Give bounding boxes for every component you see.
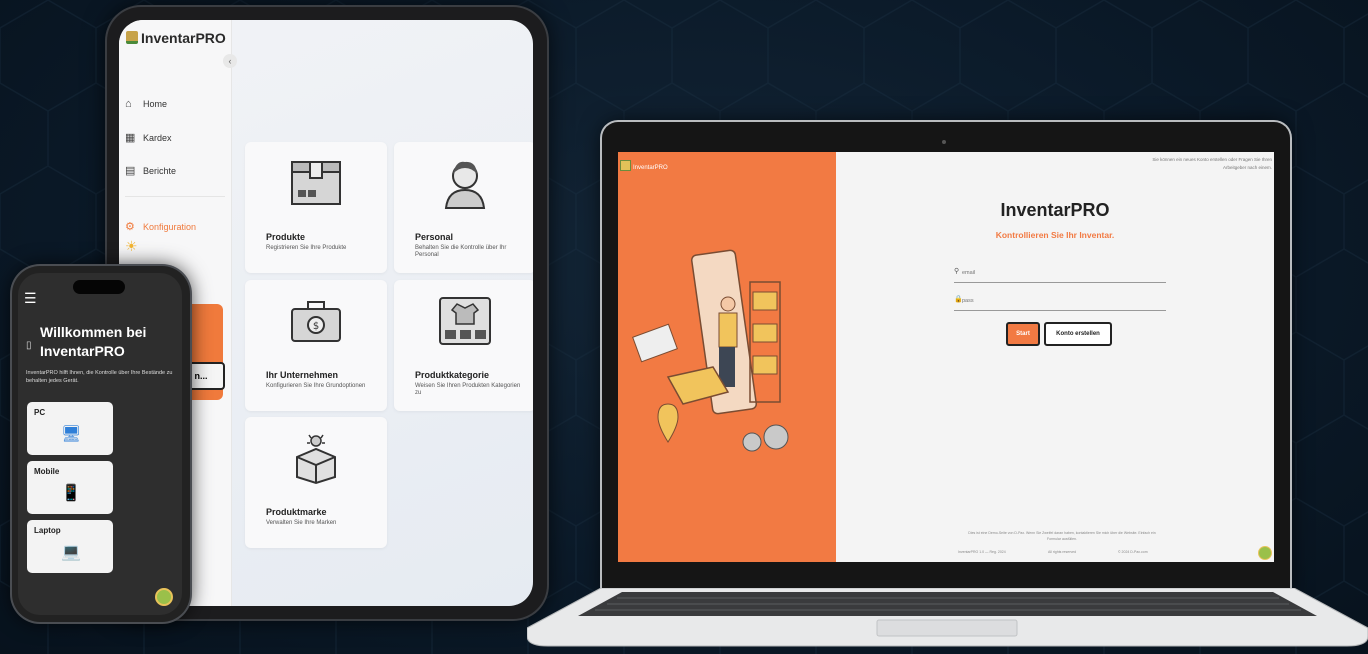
login-panel: Sie können ein neues Konto erstellen ode… (836, 152, 1274, 562)
card-title: Ihr Unternehmen (266, 370, 339, 380)
clipboard-icon: ▤ (125, 165, 136, 177)
password-field: 🔒 (954, 292, 1166, 311)
home-icon: ⌂ (125, 98, 132, 110)
user-avatar[interactable] (155, 588, 173, 606)
boxes-icon: ▦ (125, 132, 136, 144)
user-icon: ⚲ (954, 268, 960, 275)
user-avatar[interactable] (1258, 546, 1272, 560)
login-subtitle: Kontrollieren Sie Ihr Inventar. (995, 230, 1115, 240)
laptop-camera (942, 140, 946, 144)
email-field: ⚲ (954, 264, 1166, 283)
create-account-button[interactable]: Konto erstellen (1044, 322, 1112, 346)
email-input[interactable] (962, 266, 1160, 279)
card-title: Personal (415, 232, 454, 242)
card-title: Produktmarke (266, 507, 327, 517)
sidebar-collapse-button[interactable]: ‹ (223, 54, 237, 68)
card-produktkategorie[interactable]: Produktkategorie Weisen Sie Ihren Produk… (394, 280, 533, 411)
briefcase-icon: $ (291, 301, 341, 342)
gear-icon: ⚙ (125, 221, 135, 233)
laptop-device: InventarPRO Sie können ein neues Konto e… (602, 122, 1290, 598)
login-title: InventarPRO (1000, 200, 1110, 220)
box-icon (291, 161, 341, 205)
phone-notch (73, 280, 125, 294)
sidebar-item-berichte[interactable]: ▤ Berichte (125, 164, 176, 177)
warehouse-illustration (632, 249, 789, 452)
svg-text:$: $ (313, 321, 319, 332)
sidebar-item-konfiguration[interactable]: ⚙ Konfiguration (125, 220, 196, 233)
pc-icon: 🖥 (61, 426, 82, 443)
card-personal[interactable]: Personal Behalten Sie die Kontrolle über… (394, 142, 533, 273)
theme-toggle-sun-icon[interactable]: ☀ (125, 238, 138, 255)
sidebar-item-home[interactable]: ⌂ Home (125, 98, 167, 110)
card-produkte[interactable]: Produkte Registrieren Sie Ihre Produkte (245, 142, 387, 273)
device-card-pc[interactable]: PC 🖥 (27, 402, 113, 455)
start-button[interactable]: Start (1006, 322, 1040, 346)
card-desc: Registrieren Sie Ihre Produkte (266, 245, 347, 251)
brand-logo[interactable]: InventarPRO (126, 30, 226, 46)
brand-box-icon (296, 434, 336, 485)
device-card-mobile[interactable]: Mobile 📱 (27, 461, 113, 514)
phone-welcome-desc: InventarPRO hilft Ihnen, die Kontrolle ü… (26, 370, 173, 384)
card-ihr-unternehmen[interactable]: $ Ihr Unternehmen Konfigurieren Sie Ihre… (245, 280, 387, 411)
card-produktmarke[interactable]: Produktmarke Verwalten Sie Ihre Marken (245, 417, 387, 548)
card-title: Produkte (266, 232, 306, 242)
device-card-laptop[interactable]: Laptop 💻 (27, 520, 113, 573)
person-icon (444, 161, 486, 209)
mobile-icon: 📱 (61, 485, 81, 502)
sidebar-item-kardex[interactable]: ▦ Kardex (125, 131, 172, 144)
laptop-keyboard-base (527, 588, 1368, 647)
login-footer-note: Dies ist eine Demo-Seite von D-Pax. Wenn… (968, 531, 1156, 541)
category-icon (439, 297, 491, 345)
password-input[interactable] (962, 294, 1160, 307)
phone-welcome-title: Willkommen bei InventarPRO (40, 324, 147, 359)
login-illustration-panel: InventarPRO (618, 152, 836, 562)
card-desc: Konfigurieren Sie Ihre Grundoptionen (266, 383, 366, 389)
card-desc: Behalten Sie die Kontrolle über Ihr Pers… (415, 245, 507, 258)
phone-device: ☰ Willkommen bei InventarPRO ▯ InventarP… (12, 266, 190, 622)
laptop-screen: InventarPRO Sie können ein neues Konto e… (618, 152, 1274, 562)
login-note: Sie können ein neues Konto erstellen ode… (1152, 157, 1272, 170)
card-desc: Verwalten Sie Ihre Marken (266, 520, 337, 526)
sidebar-divider (125, 196, 225, 197)
brand-icon (126, 31, 138, 44)
phone-screen: ☰ Willkommen bei InventarPRO ▯ InventarP… (18, 273, 182, 615)
document-icon: ▯ (26, 340, 32, 351)
card-title: Produktkategorie (415, 370, 490, 380)
hamburger-menu-icon[interactable]: ☰ (24, 290, 37, 307)
laptop-icon: 💻 (61, 544, 81, 561)
card-desc: Weisen Sie Ihren Produkten Kategorien zu (415, 383, 521, 396)
